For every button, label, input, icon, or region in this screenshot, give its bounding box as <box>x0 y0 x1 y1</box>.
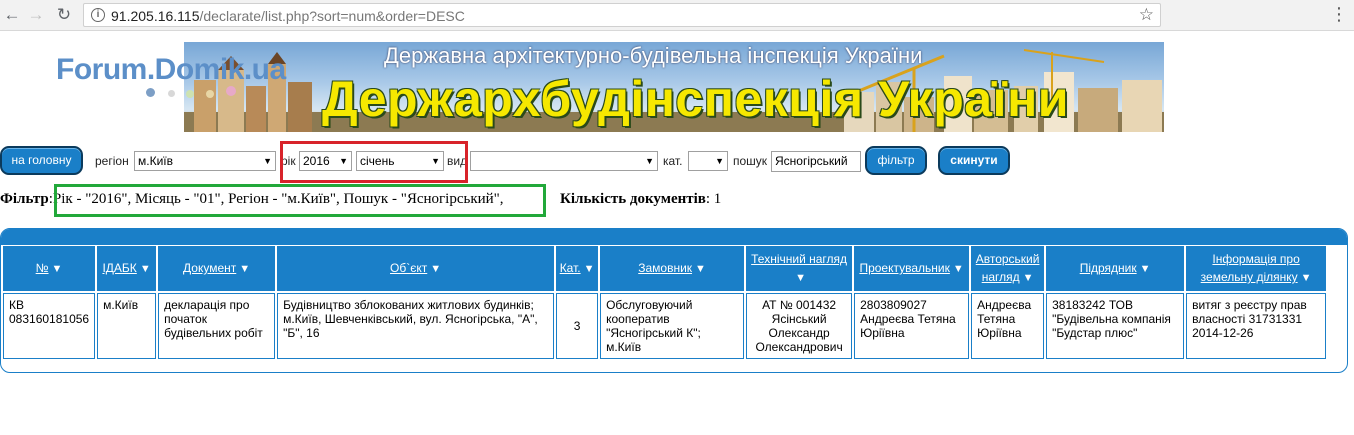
category-select[interactable]: ▼ <box>688 151 728 171</box>
cell-object: Будівництво зблокованих житлових будинкі… <box>277 293 555 359</box>
column-header-object[interactable]: Об`єкт ▼ <box>277 246 555 291</box>
cell-contractor: 38183242 ТОВ "Будівельна компанія "Будст… <box>1046 293 1185 359</box>
column-header-category[interactable]: Кат. ▼ <box>556 246 599 291</box>
chevron-down-icon: ▼ <box>645 156 654 166</box>
filter-highlight-box <box>54 184 546 217</box>
sort-arrow-icon: ▼ <box>795 272 807 284</box>
address-bar[interactable]: i 91.205.16.115/declarate/list.php?sort=… <box>83 3 1161 27</box>
search-label: пошук <box>733 154 768 168</box>
url-path: /declarate/list.php?sort=num&order=DESC <box>199 8 465 24</box>
region-select-value: м.Київ <box>138 154 173 168</box>
column-header-label: ІДАБК <box>102 261 137 275</box>
table-top-bar <box>1 229 1347 245</box>
results-table-panel: № ▼ ІДАБК ▼ Документ ▼ Об`єкт ▼ Кат. ▼ Замовн… <box>0 228 1348 373</box>
sort-arrow-icon: ▼ <box>695 263 706 275</box>
info-icon[interactable]: i <box>91 8 105 22</box>
sort-arrow-icon: ▼ <box>430 263 442 275</box>
table-header-row: № ▼ ІДАБК ▼ Документ ▼ Об`єкт ▼ Кат. ▼ Замовн… <box>3 246 1327 291</box>
sort-arrow-icon: ▼ <box>139 263 151 275</box>
cell-author-supervision: Андреєва Тетяна Юріївна <box>971 293 1045 359</box>
cell-tech-supervision: АТ № 001432 Ясінський Олександр Олександ… <box>746 293 853 359</box>
column-header-customer[interactable]: Замовник ▼ <box>600 246 745 291</box>
column-header-label: Кат. <box>559 261 581 275</box>
forward-arrow-icon[interactable]: → <box>26 5 46 25</box>
column-header-tech-supervision[interactable]: Технічний нагляд ▼ <box>746 246 853 291</box>
column-header-land-info[interactable]: Інформація про земельну ділянку ▼ <box>1186 246 1327 291</box>
column-header-label: Технічний нагляд <box>751 252 848 266</box>
region-select[interactable]: м.Київ ▼ <box>134 151 276 171</box>
column-header-label: Документ <box>183 261 237 275</box>
sort-arrow-icon: ▼ <box>1022 272 1034 284</box>
cell-customer: Обслуговуючий кооператив "Ясногірський К… <box>600 293 745 359</box>
watermark-logo: Forum.Domik.ua <box>56 53 286 86</box>
column-header-label: Об`єкт <box>390 261 428 275</box>
chevron-down-icon: ▼ <box>263 156 272 166</box>
search-input[interactable]: Ясногірський <box>771 151 861 172</box>
column-header-designer[interactable]: Проектувальник ▼ <box>854 246 970 291</box>
filter-button[interactable]: фільтр <box>865 146 927 175</box>
document-count-label: Кількість документів <box>560 191 706 207</box>
cell-document: декларація про початок будівельних робіт <box>158 293 276 359</box>
cell-category: 3 <box>556 293 599 359</box>
cell-land-info: витяг з реєстру прав власності 31731331 … <box>1186 293 1327 359</box>
cell-num: КВ 083160181056 <box>3 293 96 359</box>
url-host: 91.205.16.115 <box>111 8 200 24</box>
sort-arrow-icon: ▼ <box>1139 263 1151 275</box>
sort-arrow-icon: ▼ <box>51 263 63 275</box>
banner-subtitle: Державна архітектурно-будівельна інспекц… <box>384 43 923 68</box>
browser-toolbar: ← → ↻ i 91.205.16.115/declarate/list.php… <box>0 0 1354 31</box>
sort-arrow-icon: ▼ <box>1300 272 1312 284</box>
column-header-document[interactable]: Документ ▼ <box>158 246 276 291</box>
table-row: КВ 083160181056 м.Київ декларація про по… <box>3 293 1327 359</box>
sort-arrow-icon: ▼ <box>239 263 251 275</box>
date-highlight-box <box>280 141 468 183</box>
column-header-contractor[interactable]: Підрядник ▼ <box>1046 246 1185 291</box>
reload-icon[interactable]: ↻ <box>54 5 74 25</box>
browser-menu-icon[interactable]: ⋮ <box>1330 4 1348 24</box>
column-header-num[interactable]: № ▼ <box>3 246 96 291</box>
cell-designer: 2803809027 Андреєва Тетяна Юріївна <box>854 293 970 359</box>
cell-idabk: м.Київ <box>97 293 157 359</box>
filter-summary-label: Фільтр <box>0 191 49 207</box>
sort-arrow-icon: ▼ <box>583 263 595 275</box>
site-banner: Державна архітектурно-будівельна інспекц… <box>184 42 1164 132</box>
banner-title: Держархбудінспекція України <box>322 71 1070 127</box>
document-count: Кількість документів: 1 <box>560 191 721 208</box>
column-header-label: Підрядник <box>1079 261 1137 275</box>
url-text: 91.205.16.115/declarate/list.php?sort=nu… <box>111 8 465 24</box>
home-button[interactable]: на головну <box>0 146 83 175</box>
document-count-value: : 1 <box>705 191 722 207</box>
back-arrow-icon[interactable]: ← <box>2 5 22 25</box>
column-header-label: № <box>35 261 49 275</box>
sort-arrow-icon: ▼ <box>952 263 964 275</box>
category-label: кат. <box>663 154 683 168</box>
reset-button[interactable]: скинути <box>938 146 1010 175</box>
chevron-down-icon: ▼ <box>715 156 724 166</box>
column-header-idabk[interactable]: ІДАБК ▼ <box>97 246 157 291</box>
column-header-label: Замовник <box>638 261 693 275</box>
column-header-label: Проектувальник <box>859 261 950 275</box>
column-header-label: Інформація про земельну ділянку <box>1200 252 1300 284</box>
column-header-author-supervision[interactable]: Авторський нагляд ▼ <box>971 246 1045 291</box>
region-label: регіон <box>95 154 129 168</box>
bookmark-star-icon[interactable]: ☆ <box>1139 5 1154 25</box>
type-select[interactable]: ▼ <box>470 151 658 171</box>
results-table: № ▼ ІДАБК ▼ Документ ▼ Об`єкт ▼ Кат. ▼ Замовн… <box>1 244 1328 361</box>
